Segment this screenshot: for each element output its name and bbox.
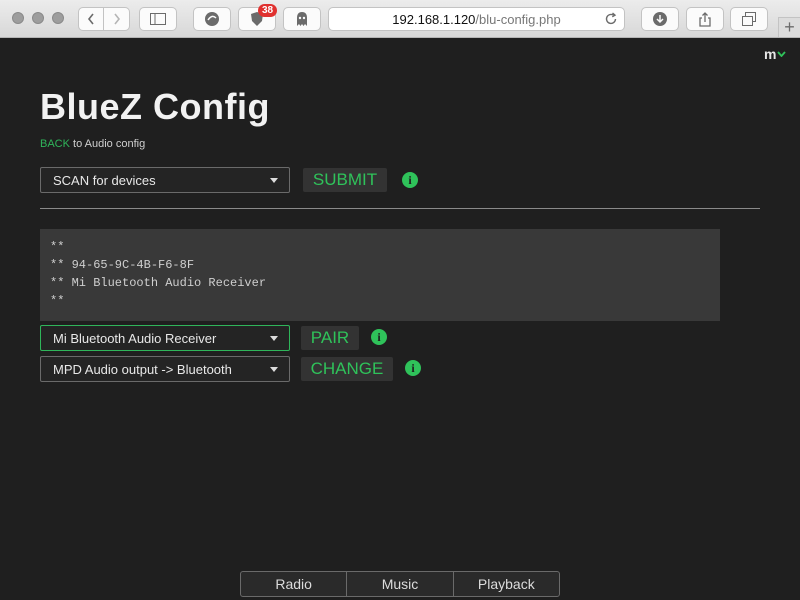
share-button[interactable] [686, 7, 724, 31]
change-button[interactable]: CHANGE [301, 357, 393, 381]
new-tab-button[interactable]: + [778, 17, 800, 37]
caret-down-icon [270, 178, 278, 183]
audio-output-select[interactable]: MPD Audio output -> Bluetooth [40, 356, 290, 382]
address-path: /blu-config.php [475, 11, 561, 27]
address-host: 192.168.1.120 [392, 11, 476, 27]
address-bar[interactable]: 192.168.1.120/blu-config.php [328, 7, 625, 31]
globe-icon [205, 12, 219, 26]
tab-playback[interactable]: Playback [454, 572, 559, 596]
back-suffix: to Audio config [69, 138, 146, 150]
browser-toolbar: 38 192.168.1.120/blu-config.php + [0, 0, 800, 38]
sidebar-toggle-button[interactable] [139, 7, 177, 31]
chevron-left-icon [87, 13, 94, 25]
extension-button-1[interactable] [193, 7, 231, 31]
device-select[interactable]: Mi Bluetooth Audio Receiver [40, 325, 290, 351]
info-icon[interactable]: i [371, 329, 387, 345]
divider [40, 208, 760, 209]
ghost-icon [297, 12, 307, 26]
tabs-overview-button[interactable] [730, 7, 768, 31]
caret-down-icon [270, 336, 278, 341]
output-line: ** Mi Bluetooth Audio Receiver [50, 276, 267, 290]
close-window-button[interactable] [12, 12, 24, 24]
reload-button[interactable] [604, 12, 618, 29]
device-select-value: Mi Bluetooth Audio Receiver [53, 330, 217, 346]
download-icon [653, 12, 667, 26]
audio-output-select-value: MPD Audio output -> Bluetooth [53, 361, 232, 377]
zoom-window-button[interactable] [52, 12, 64, 24]
share-icon [699, 11, 711, 27]
submit-button[interactable]: SUBMIT [303, 168, 387, 192]
tabs-icon [742, 12, 756, 26]
scan-output: ** ** 94-65-9C-4B-F6-8F ** Mi Bluetooth … [40, 229, 720, 321]
output-line: ** 94-65-9C-4B-F6-8F [50, 258, 195, 272]
chevron-right-icon [113, 13, 120, 25]
output-line: ** [50, 240, 65, 254]
chevron-down-icon [777, 49, 787, 60]
info-icon[interactable]: i [405, 360, 421, 376]
footer-nav: Radio Music Playback [240, 571, 560, 597]
sidebar-icon [150, 13, 166, 25]
back-line: BACK to Audio config [40, 138, 145, 150]
reload-icon [605, 12, 617, 25]
tab-music[interactable]: Music [347, 572, 454, 596]
page-title: BlueZ Config [40, 86, 270, 127]
info-icon[interactable]: i [402, 172, 418, 188]
caret-down-icon [270, 367, 278, 372]
forward-nav-button[interactable] [104, 7, 130, 31]
output-line: ** [50, 294, 65, 308]
back-link[interactable]: BACK [40, 138, 70, 150]
scan-select[interactable]: SCAN for devices [40, 167, 290, 193]
tab-radio[interactable]: Radio [241, 572, 348, 596]
minimize-window-button[interactable] [32, 12, 44, 24]
back-nav-button[interactable] [78, 7, 104, 31]
scan-select-value: SCAN for devices [53, 172, 156, 188]
pair-button[interactable]: PAIR [301, 326, 359, 350]
main-menu-toggle[interactable]: m [764, 46, 787, 62]
extension-badge: 38 [258, 4, 278, 17]
menu-logo: m [764, 46, 777, 62]
ghostery-extension-button[interactable] [283, 7, 321, 31]
downloads-button[interactable] [641, 7, 679, 31]
